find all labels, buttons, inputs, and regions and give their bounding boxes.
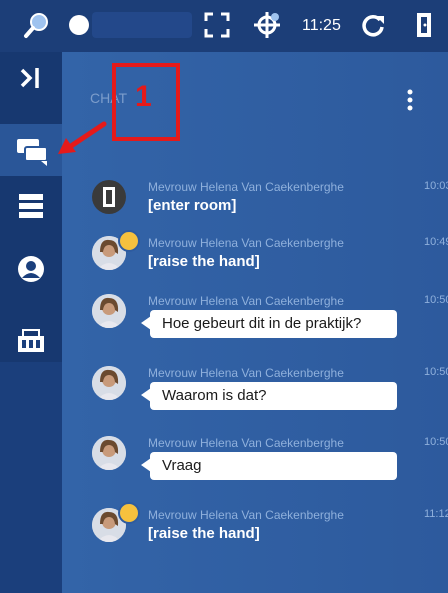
person-photo-icon — [92, 366, 126, 400]
message-time: 10:03 — [424, 180, 448, 192]
search-zoom-icon[interactable] — [22, 10, 52, 40]
refresh-icon[interactable] — [358, 10, 388, 40]
user-icon — [18, 256, 44, 282]
vertical-dots-icon — [407, 89, 413, 111]
message-sender: Mevrouw Helena Van Caekenberghe — [148, 294, 344, 308]
chat-message: Mevrouw Helena Van Caekenberghe 10:50 Ho… — [62, 294, 448, 364]
sidebar-item-layers[interactable] — [0, 180, 62, 232]
toolbox-icon — [18, 329, 44, 352]
avatar — [92, 436, 126, 470]
message-sender: Mevrouw Helena Van Caekenberghe — [148, 236, 344, 250]
person-photo-icon — [92, 294, 126, 328]
avatar — [92, 366, 126, 400]
message-time: 11:12 — [424, 508, 448, 520]
status-dot-icon — [64, 10, 94, 40]
chat-message: Mevrouw Helena Van Caekenberghe 11:12 [r… — [62, 502, 448, 578]
stack-icon — [19, 194, 43, 218]
clock-time: 11:25 — [302, 17, 341, 34]
message-event: [enter room] — [148, 197, 237, 214]
exit-door-icon[interactable] — [408, 10, 438, 40]
message-bubble: Waarom is dat? — [141, 382, 397, 410]
message-event: [raise the hand] — [148, 525, 260, 542]
toolbar-pill — [92, 12, 192, 38]
sidebar — [0, 52, 62, 593]
message-time: 10:50 — [424, 366, 448, 378]
fullscreen-icon[interactable] — [202, 10, 232, 40]
more-options-button[interactable] — [400, 86, 420, 114]
message-sender: Mevrouw Helena Van Caekenberghe — [148, 366, 344, 380]
chat-bubbles-icon — [17, 139, 48, 166]
avatar — [92, 294, 126, 328]
message-bubble: Hoe gebeurt dit in de praktijk? — [141, 310, 397, 338]
message-sender: Mevrouw Helena Van Caekenberghe — [148, 436, 344, 450]
message-time: 10:49 — [424, 236, 448, 248]
chat-message: Mevrouw Helena Van Caekenberghe 10:50 Vr… — [62, 436, 448, 506]
message-time: 10:50 — [424, 294, 448, 306]
message-bubble: Vraag — [141, 452, 397, 480]
door-icon — [103, 187, 115, 207]
message-sender: Mevrouw Helena Van Caekenberghe — [148, 180, 344, 194]
message-sender: Mevrouw Helena Van Caekenberghe — [148, 508, 344, 522]
chat-message: Mevrouw Helena Van Caekenberghe 10:50 Wa… — [62, 366, 448, 436]
sidebar-item-collapse[interactable] — [0, 52, 62, 104]
avatar — [92, 180, 126, 214]
sidebar-item-chat[interactable] — [0, 124, 62, 176]
raised-hand-badge — [118, 230, 140, 252]
sidebar-item-participants[interactable] — [0, 242, 62, 294]
person-photo-icon — [92, 436, 126, 470]
top-toolbar: 11:25 — [0, 0, 448, 52]
message-time: 10:50 — [424, 436, 448, 448]
sidebar-item-toolbox[interactable] — [0, 314, 62, 366]
collapse-right-icon — [20, 68, 39, 88]
annotation-arrow-icon — [58, 121, 107, 154]
raised-hand-badge — [118, 502, 140, 524]
message-event: [raise the hand] — [148, 253, 260, 270]
crosshair-icon[interactable] — [252, 10, 282, 40]
annotation-label: 1 — [135, 80, 152, 113]
